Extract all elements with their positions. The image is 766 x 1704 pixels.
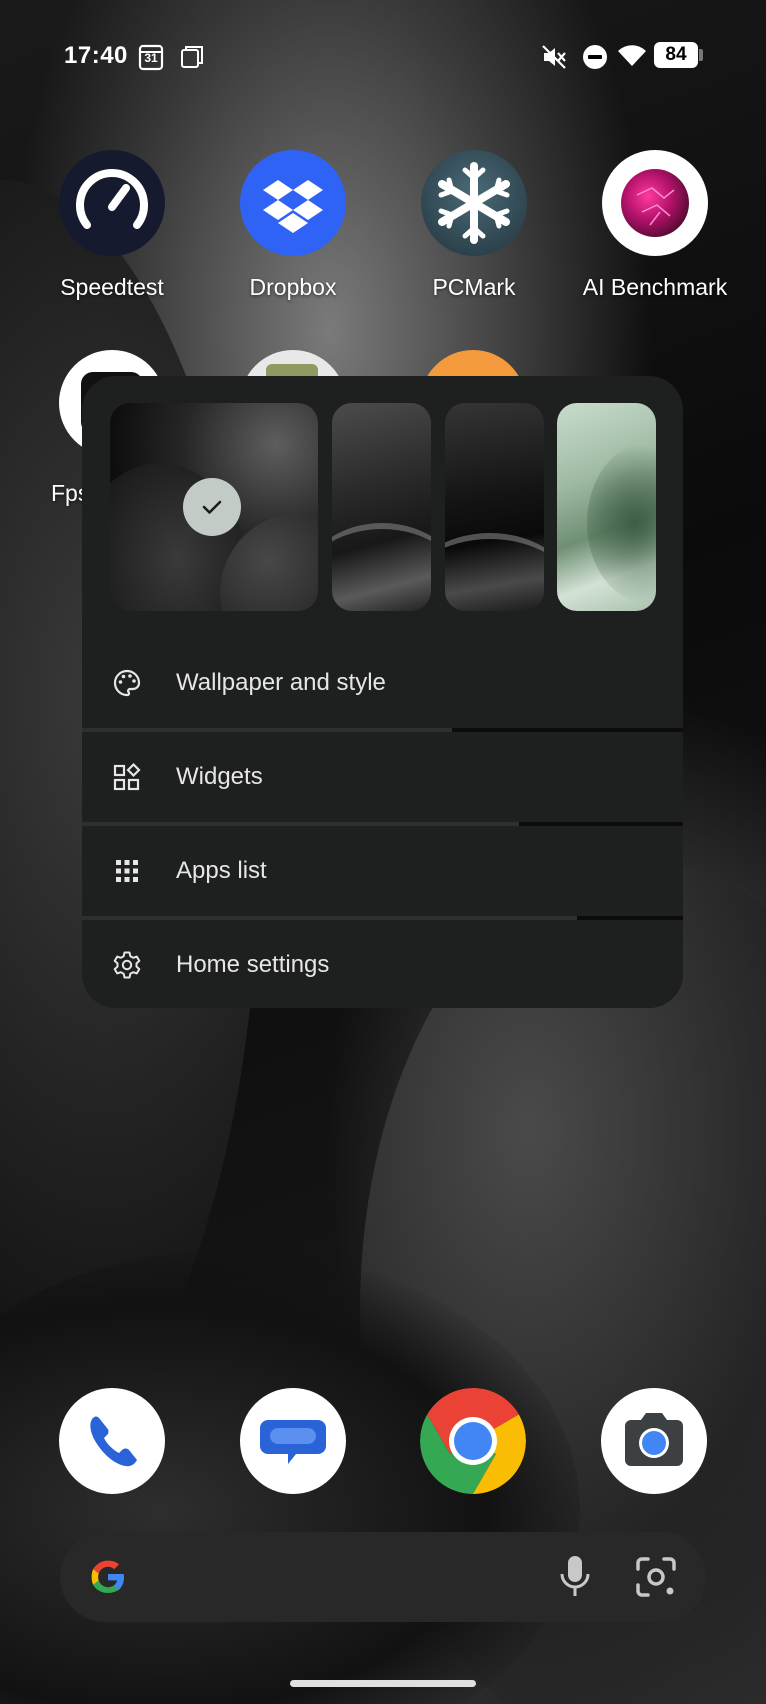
grid-icon — [116, 860, 138, 882]
speedtest-icon — [59, 150, 165, 256]
menu-item-apps-list[interactable]: Apps list — [82, 826, 683, 916]
status-bar: 17:40 31 84 — [0, 0, 766, 110]
widgets-icon — [113, 762, 141, 791]
wallpaper-thumb-2[interactable] — [332, 403, 431, 611]
app-speedtest[interactable]: Speedtest — [27, 150, 197, 301]
home-popup-menu: Wallpaper and style Widgets Apps list Ho… — [82, 376, 683, 1008]
microphone-icon[interactable] — [555, 1552, 595, 1602]
menu-item-label: Widgets — [176, 763, 263, 790]
menu-item-label: Apps list — [176, 857, 267, 884]
dock-phone[interactable] — [59, 1388, 165, 1494]
lens-icon[interactable] — [634, 1555, 678, 1599]
app-pcmark[interactable]: PCMark — [389, 150, 559, 301]
menu-item-label: Home settings — [176, 951, 330, 978]
ai-benchmark-icon — [602, 150, 708, 256]
dropbox-icon — [240, 150, 346, 256]
menu-item-label: Wallpaper and style — [176, 669, 386, 696]
wallpaper-thumb-4[interactable] — [557, 403, 656, 611]
dock-chrome[interactable] — [420, 1388, 526, 1494]
calendar-icon: 31 — [138, 43, 164, 76]
selected-check — [183, 478, 241, 536]
pcmark-icon — [421, 150, 527, 256]
menu-item-wallpaper-and-style[interactable]: Wallpaper and style — [82, 638, 683, 728]
menu-item-widgets[interactable]: Widgets — [82, 732, 683, 822]
check-icon — [202, 500, 222, 514]
app-dropbox[interactable]: Dropbox — [208, 150, 378, 301]
phone-icon — [90, 1416, 137, 1467]
battery-level: 84 — [665, 44, 687, 65]
app-label: PCMark — [432, 274, 516, 300]
dock-messages[interactable] — [240, 1388, 346, 1494]
wifi-icon — [617, 44, 647, 73]
gear-icon — [113, 951, 141, 979]
calendar-date: 31 — [144, 51, 158, 65]
wallpaper-thumb-1[interactable] — [110, 403, 318, 611]
menu-item-home-settings[interactable]: Home settings — [82, 920, 683, 1008]
vibrate-off-icon — [541, 44, 567, 75]
app-label: Dropbox — [249, 274, 337, 300]
app-label: AI Benchmark — [582, 274, 728, 300]
do-not-disturb-icon — [582, 44, 608, 75]
dock-camera[interactable] — [601, 1388, 707, 1494]
gesture-nav-handle[interactable] — [290, 1680, 476, 1687]
battery-icon: 84 — [654, 42, 703, 68]
wallpaper-thumbnails — [110, 403, 656, 611]
chrome-icon — [420, 1388, 526, 1494]
screenshot-icon — [180, 45, 204, 74]
camera-icon — [625, 1413, 683, 1466]
app-ai-benchmark[interactable]: AI Benchmark — [570, 150, 740, 301]
app-label: Speedtest — [60, 274, 164, 300]
palette-icon — [113, 669, 141, 697]
google-search-bar[interactable] — [60, 1532, 706, 1622]
status-time: 17:40 — [64, 42, 128, 69]
google-g-icon — [91, 1560, 124, 1593]
wallpaper-thumb-3[interactable] — [445, 403, 544, 611]
messages-icon — [260, 1420, 326, 1464]
